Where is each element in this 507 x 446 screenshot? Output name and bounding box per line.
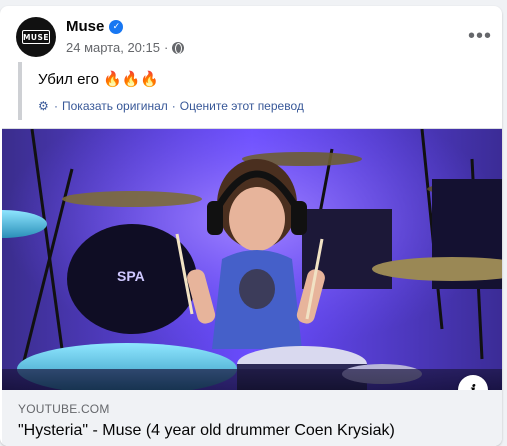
link-title[interactable]: "Hysteria" - Muse (4 year old drummer Co… xyxy=(18,422,488,440)
rate-translation-link[interactable]: Оцените этот перевод xyxy=(180,99,304,113)
avatar[interactable]: MUSE xyxy=(16,17,56,57)
more-options-icon: ••• xyxy=(467,24,492,47)
post-meta: 24 марта, 20:15 · xyxy=(66,40,185,55)
show-original-link[interactable]: Показать оригинал xyxy=(62,99,168,113)
globe-icon xyxy=(172,41,185,54)
more-options-button[interactable]: ••• xyxy=(464,24,496,48)
video-thumbnail[interactable]: SPA xyxy=(2,128,502,390)
author-name[interactable]: Muse xyxy=(66,18,104,35)
translation-separator: · xyxy=(171,99,176,113)
post-card: MUSE Muse ✓ 24 марта, 20:15 · ••• Убил е… xyxy=(0,6,502,446)
post-text: Убил его 🔥🔥🔥 xyxy=(38,71,160,88)
post-timestamp[interactable]: 24 марта, 20:15 xyxy=(66,40,160,55)
muse-logo: MUSE xyxy=(22,30,50,44)
gear-icon[interactable]: ⚙ xyxy=(38,100,50,112)
meta-separator: · xyxy=(163,40,169,55)
video-thumbnail-image: SPA xyxy=(2,129,502,390)
link-preview[interactable]: YOUTUBE.COM "Hysteria" - Muse (4 year ol… xyxy=(2,390,502,446)
translation-bar: ⚙ · Показать оригинал · Оцените этот пер… xyxy=(38,99,304,113)
svg-text:SPA: SPA xyxy=(117,268,145,284)
post-header: MUSE Muse ✓ 24 марта, 20:15 · ••• xyxy=(14,16,494,62)
post-quote: Убил его 🔥🔥🔥 ⚙ · Показать оригинал · Оце… xyxy=(18,62,488,120)
author-line: Muse ✓ xyxy=(66,18,124,35)
verified-badge-icon: ✓ xyxy=(109,19,124,34)
link-domain: YOUTUBE.COM xyxy=(18,402,110,416)
translation-separator: · xyxy=(54,99,58,113)
